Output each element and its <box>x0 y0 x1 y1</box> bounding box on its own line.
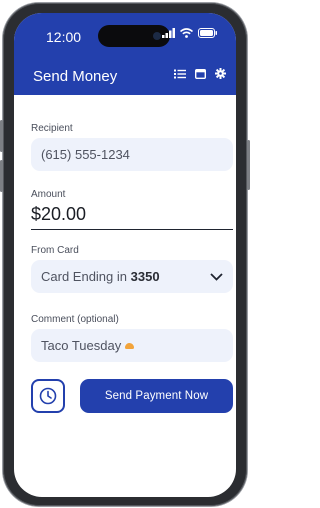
comment-value: Taco Tuesday <box>41 338 122 353</box>
volume-down-button <box>0 160 3 192</box>
battery-icon <box>198 28 217 38</box>
power-button <box>247 140 250 190</box>
app-header: 12:00 Send Money <box>14 13 236 95</box>
comment-field[interactable]: Taco Tuesday <box>31 329 233 362</box>
status-icons <box>162 28 218 38</box>
card-last4: 3350 <box>130 269 160 284</box>
page-title: Send Money <box>33 68 118 85</box>
list-icon[interactable] <box>174 69 186 79</box>
amount-field[interactable]: $20.00 <box>31 204 86 225</box>
comment-label: Comment (optional) <box>31 314 119 325</box>
send-payment-button[interactable]: Send Payment Now <box>80 379 233 413</box>
calendar-icon[interactable] <box>195 68 206 79</box>
card-select[interactable]: Card Ending in 3350 <box>31 260 233 293</box>
recipient-field[interactable]: (615) 555-1234 <box>31 138 233 171</box>
recipient-value: (615) 555-1234 <box>41 147 130 162</box>
volume-up-button <box>0 120 3 152</box>
header-actions <box>174 68 226 79</box>
taco-icon <box>125 342 135 349</box>
amount-underline <box>31 229 233 230</box>
wifi-icon <box>180 28 193 38</box>
amount-label: Amount <box>31 189 66 200</box>
clock-icon <box>39 387 57 405</box>
card-prefix: Card Ending in <box>41 269 127 284</box>
recipient-label: Recipient <box>31 123 73 134</box>
chevron-down-icon <box>210 272 223 281</box>
dynamic-island <box>98 25 170 47</box>
from-card-label: From Card <box>31 245 79 256</box>
camera-icon <box>153 32 161 40</box>
gear-icon[interactable] <box>215 68 226 79</box>
card-select-text: Card Ending in 3350 <box>41 269 160 284</box>
status-time: 12:00 <box>46 29 82 45</box>
signal-icon <box>162 28 175 38</box>
history-button[interactable] <box>31 379 65 413</box>
phone-screen: 12:00 Send Money Recipient (615) 555-123… <box>14 13 236 497</box>
